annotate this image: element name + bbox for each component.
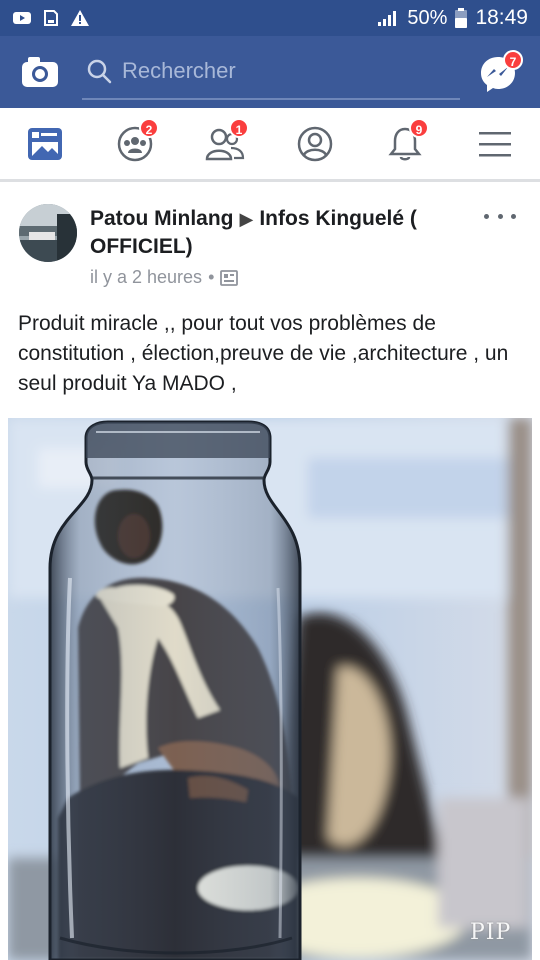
avatar-image: [19, 204, 77, 262]
messenger-badge: 7: [503, 50, 523, 70]
tab-groups[interactable]: 2: [113, 118, 159, 166]
tab-profile[interactable]: [293, 122, 337, 166]
friend-requests-badge: 1: [229, 118, 249, 138]
shared-to-arrow-icon: ▶: [239, 209, 254, 229]
author-avatar[interactable]: [19, 204, 77, 262]
notifications-badge: 9: [409, 118, 429, 138]
signal-icon: [378, 11, 397, 26]
status-bar: 50% 18:49: [0, 0, 540, 36]
camera-button[interactable]: [0, 36, 80, 108]
news-feed-icon: [28, 128, 62, 160]
post-meta: il y a 2 heures •: [90, 267, 239, 288]
youtube-icon: [13, 12, 31, 24]
clock: 18:49: [475, 6, 528, 29]
battery-percentage: 50%: [407, 6, 448, 29]
feed-post: Patou Minlang ▶ Infos Kinguelé ( OFFICIEL)…: [0, 185, 540, 960]
hamburger-menu-icon: [479, 132, 511, 157]
post-header: Patou Minlang ▶ Infos Kinguelé ( OFFICIEL): [90, 205, 470, 261]
search-input[interactable]: [122, 58, 422, 84]
profile-icon: [297, 126, 333, 162]
tab-news-feed[interactable]: [23, 122, 67, 166]
tab-notifications[interactable]: 9: [383, 118, 429, 166]
top-bar: 7: [0, 36, 540, 108]
groups-badge: 2: [139, 118, 159, 138]
post-body-text: Produit miracle ,, pour tout vos problèm…: [18, 312, 509, 395]
photo-illustration: [8, 418, 532, 960]
meta-separator: •: [208, 267, 215, 287]
tab-friend-requests[interactable]: 1: [203, 118, 249, 166]
more-dot-icon: [497, 213, 503, 219]
search-icon: [87, 59, 112, 84]
post-timestamp[interactable]: il y a 2 heures: [90, 267, 202, 288]
battery-icon: [455, 8, 468, 28]
sim-card-icon: [44, 10, 58, 26]
public-icon: [220, 269, 239, 286]
warning-icon: [71, 10, 89, 26]
more-dot-icon: [511, 213, 516, 219]
tab-menu[interactable]: [473, 122, 517, 166]
author-name[interactable]: Patou Minlang: [90, 207, 234, 230]
more-dot-icon: [484, 213, 489, 219]
messenger-button[interactable]: 7: [478, 48, 526, 96]
post-options-button[interactable]: [484, 207, 516, 225]
camera-icon: [22, 57, 58, 87]
search-bar[interactable]: [82, 44, 460, 100]
photo-watermark: PIP: [470, 920, 512, 945]
post-photo[interactable]: [8, 418, 532, 960]
nav-tabs: 2 1 9: [0, 108, 540, 182]
